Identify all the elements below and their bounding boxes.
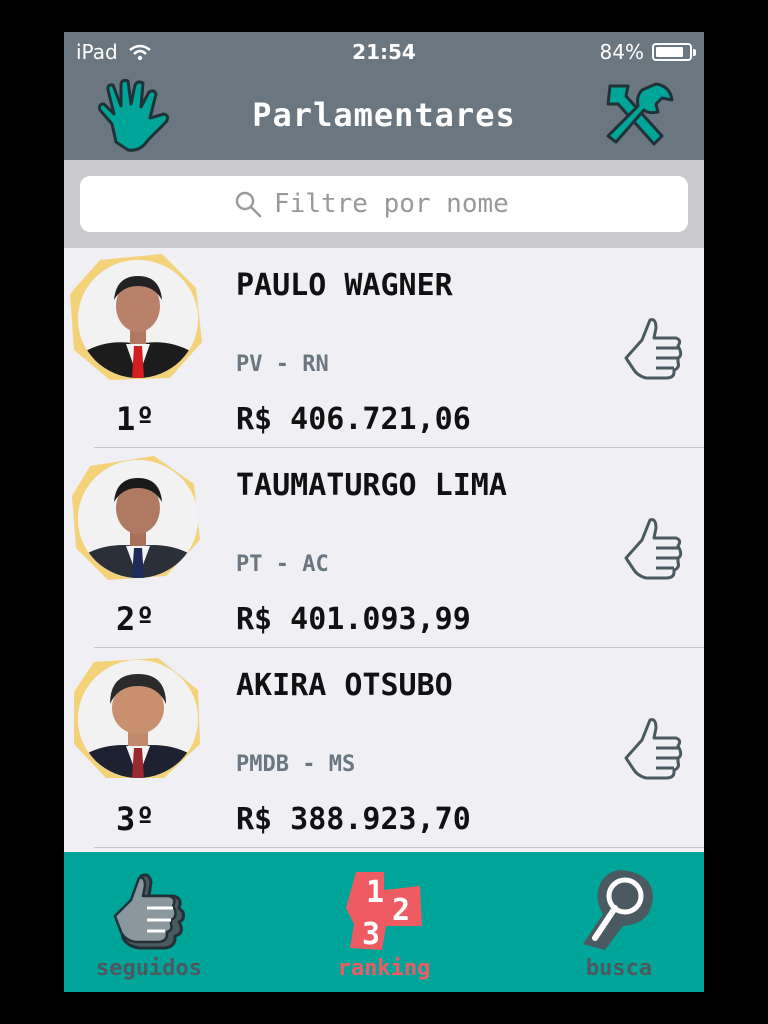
party-state: PMDB - MS (236, 752, 356, 777)
thumbs-up-icon[interactable] (620, 714, 686, 782)
battery-level (656, 47, 683, 57)
party-state: PT - AC (236, 552, 329, 577)
ranking-icon: 1 2 3 (346, 872, 422, 952)
svg-text:1: 1 (366, 875, 384, 910)
tab-ranking[interactable]: 1 2 3 ranking (296, 852, 472, 992)
rank-position: 1º (116, 400, 155, 438)
tab-label: busca (585, 956, 653, 981)
tab-label: seguidos (96, 956, 202, 981)
avatar (70, 254, 202, 380)
expense-amount: R$ 388.923,70 (236, 802, 471, 837)
portrait-photo (78, 660, 198, 778)
expense-amount: R$ 406.721,06 (236, 402, 471, 437)
battery-icon (652, 43, 696, 61)
tab-busca[interactable]: busca (534, 852, 704, 992)
list-item[interactable]: 1º PAULO WAGNER PV - RN R$ 406.721,06 (64, 248, 704, 448)
avatar (70, 454, 202, 580)
magnifier-icon (583, 870, 653, 950)
search-bar (64, 160, 704, 248)
tab-bar: seguidos 1 2 3 ranking busca (64, 852, 704, 992)
navigation-bar: Parlamentares (64, 72, 704, 160)
thumbs-up-icon[interactable] (620, 514, 686, 582)
parlamentar-name: AKIRA OTSUBO (236, 668, 453, 703)
battery-percent: 84% (599, 40, 644, 64)
expense-amount: R$ 401.093,99 (236, 602, 471, 637)
search-field[interactable] (80, 176, 688, 232)
party-state: PV - RN (236, 352, 329, 377)
portrait-photo (78, 260, 198, 378)
avatar (70, 654, 202, 780)
rank-position: 3º (116, 800, 155, 838)
app-screen: iPad 21:54 84% Parlamentares Filtre por … (64, 32, 704, 992)
svg-text:2: 2 (392, 893, 410, 928)
svg-text:3: 3 (362, 917, 380, 952)
search-icon (235, 191, 262, 218)
tools-icon[interactable] (598, 80, 678, 156)
parlamentar-name: PAULO WAGNER (236, 268, 453, 303)
search-input[interactable] (274, 189, 534, 219)
tab-label: ranking (337, 956, 431, 981)
portrait-photo (78, 460, 198, 578)
thumbs-up-icon (113, 873, 185, 950)
parlamentar-name: TAUMATURGO LIMA (236, 468, 507, 503)
rank-position: 2º (116, 600, 155, 638)
thumbs-up-icon[interactable] (620, 314, 686, 382)
list-item[interactable]: 2º TAUMATURGO LIMA PT - AC R$ 401.093,99 (64, 448, 704, 648)
tab-seguidos[interactable]: seguidos (64, 852, 234, 992)
status-bar: iPad 21:54 84% (64, 32, 704, 72)
parlamentar-list[interactable]: 1º PAULO WAGNER PV - RN R$ 406.721,06 2º… (64, 248, 704, 852)
list-item[interactable]: 3º AKIRA OTSUBO PMDB - MS R$ 388.923,70 (64, 648, 704, 848)
